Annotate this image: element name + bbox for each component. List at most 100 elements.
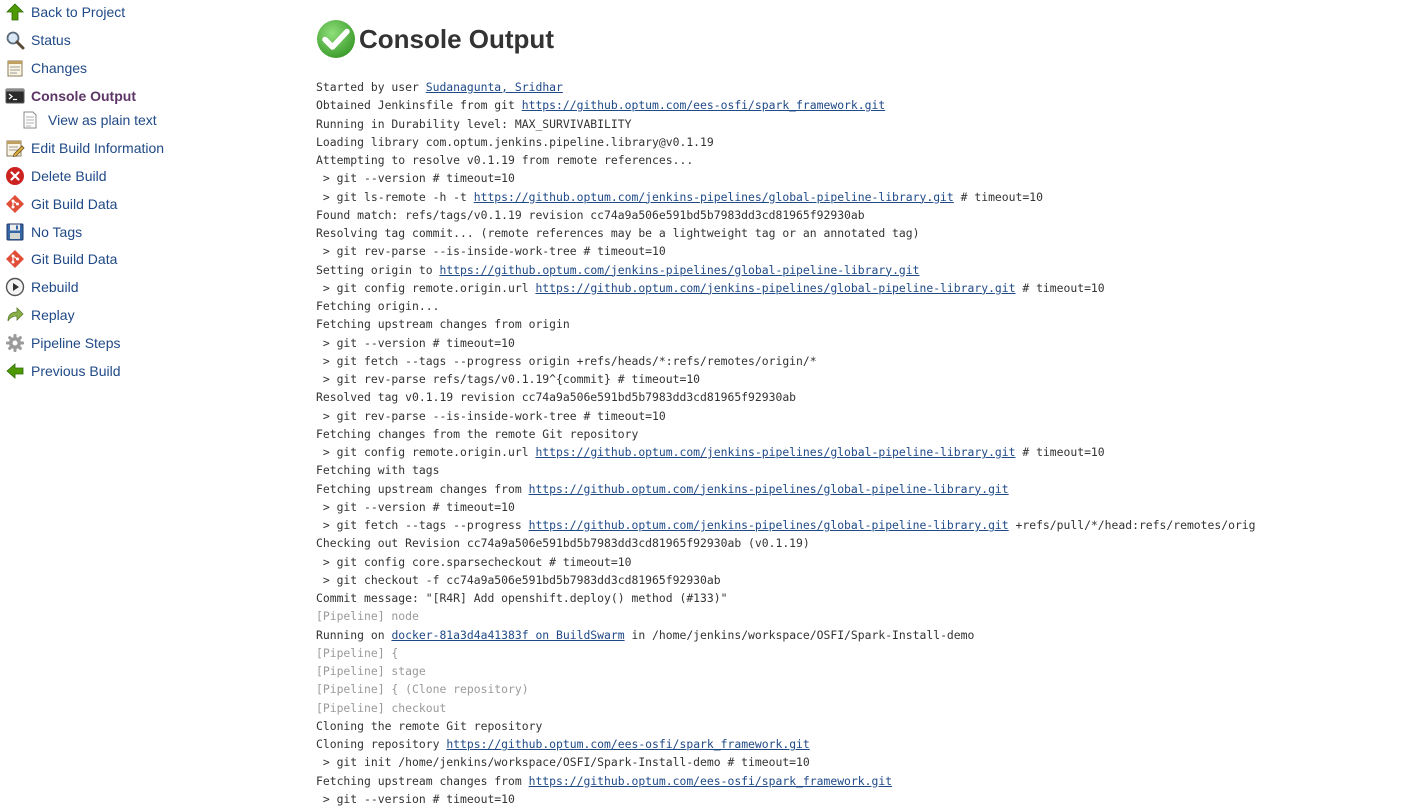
magnifier-icon bbox=[5, 30, 25, 50]
console-line: Fetching upstream changes from origin bbox=[316, 315, 1411, 333]
git-icon bbox=[5, 194, 25, 214]
success-check-icon bbox=[317, 20, 355, 58]
console-link[interactable]: https://github.optum.com/ees-osfi/spark_… bbox=[529, 774, 892, 788]
sidebar-item-back-to-project[interactable]: Back to Project bbox=[5, 0, 125, 24]
console-text: [Pipeline] { (Clone repository) bbox=[316, 682, 529, 697]
console-line: Started by user Sudanagunta, Sridhar bbox=[316, 78, 1411, 96]
console-line: Fetching with tags bbox=[316, 461, 1411, 479]
pipeline-log-line: [Pipeline] node bbox=[316, 607, 1411, 625]
sidebar-item-replay[interactable]: Replay bbox=[5, 303, 75, 327]
sidebar-item-label: View as plain text bbox=[48, 112, 157, 128]
console-link[interactable]: https://github.optum.com/jenkins-pipelin… bbox=[535, 281, 1015, 295]
console-text: Obtained Jenkinsfile from git bbox=[316, 98, 522, 113]
sidebar-item-label: Replay bbox=[31, 307, 75, 323]
sidebar-item-pipeline-steps[interactable]: Pipeline Steps bbox=[5, 331, 121, 355]
console-line: > git ls-remote -h -t https://github.opt… bbox=[316, 188, 1411, 206]
sidebar-item-previous-build[interactable]: Previous Build bbox=[5, 359, 121, 383]
console-line: > git config core.sparsecheckout # timeo… bbox=[316, 553, 1411, 571]
console-line: > git init /home/jenkins/workspace/OSFI/… bbox=[316, 753, 1411, 771]
console-text: > git rev-parse refs/tags/v0.1.19^{commi… bbox=[316, 372, 701, 386]
console-text: > git config core.sparsecheckout # timeo… bbox=[316, 554, 632, 569]
pipeline-log-line: [Pipeline] { (Clone repository) bbox=[316, 680, 1411, 698]
console-line: Found match: refs/tags/v0.1.19 revision … bbox=[316, 206, 1411, 224]
sidebar-item-git-build-data-2[interactable]: Git Build Data bbox=[5, 247, 117, 271]
console-text: Resolving tag commit... (remote referenc… bbox=[316, 226, 920, 240]
sidebar-item-label: Changes bbox=[31, 60, 88, 76]
console-text: > git --version # timeout=10 bbox=[316, 499, 515, 514]
console-line: Resolving tag commit... (remote referenc… bbox=[316, 224, 1411, 242]
console-link[interactable]: https://github.optum.com/ees-osfi/spark_… bbox=[522, 98, 885, 112]
sidebar-item-view-as-plain-text[interactable]: View as plain text bbox=[20, 108, 157, 132]
console-line: Fetching origin... bbox=[316, 297, 1411, 315]
play-circle-icon bbox=[5, 277, 25, 297]
sidebar-item-delete-build[interactable]: Delete Build bbox=[5, 164, 107, 188]
console-text: > git fetch --tags --progress bbox=[316, 518, 529, 532]
console-line: Running in Durability level: MAX_SURVIVA… bbox=[316, 115, 1411, 133]
console-text: Attempting to resolve v0.1.19 from remot… bbox=[316, 153, 694, 167]
console-line: Fetching upstream changes from https://g… bbox=[316, 772, 1411, 790]
console-text: Fetching origin... bbox=[316, 299, 440, 313]
console-line: Fetching upstream changes from https://g… bbox=[316, 480, 1411, 498]
console-text: in /home/jenkins/workspace/OSFI/Spark-In… bbox=[624, 627, 975, 642]
console-text: Cloning repository bbox=[316, 737, 447, 751]
console-text: Setting origin to bbox=[316, 262, 440, 277]
console-text: # timeout=10 bbox=[1015, 280, 1105, 295]
console-line: Resolved tag v0.1.19 revision cc74a9a506… bbox=[316, 388, 1411, 406]
console-text: > git init /home/jenkins/workspace/OSFI/… bbox=[316, 755, 810, 770]
console-text: > git --version # timeout=10 bbox=[316, 791, 515, 806]
sidebar-item-no-tags[interactable]: No Tags bbox=[5, 220, 82, 244]
console-link[interactable]: https://github.optum.com/jenkins-pipelin… bbox=[529, 482, 1009, 496]
console-text: [Pipeline] { bbox=[316, 645, 399, 660]
console-text: Fetching upstream changes from bbox=[316, 481, 529, 496]
floppy-disk-icon bbox=[5, 222, 25, 242]
page-title: Console Output bbox=[359, 23, 554, 54]
pipeline-log-line: [Pipeline] checkout bbox=[316, 699, 1411, 717]
sidebar-item-label: No Tags bbox=[31, 224, 83, 240]
sidebar-item-console-output[interactable]: Console Output bbox=[5, 84, 136, 108]
console-line: Cloning repository https://github.optum.… bbox=[316, 735, 1411, 753]
terminal-icon bbox=[5, 86, 25, 106]
console-text: Fetching upstream changes from origin bbox=[316, 317, 570, 332]
sidebar-item-changes[interactable]: Changes bbox=[5, 56, 87, 80]
console-line: Checking out Revision cc74a9a506e591bd5b… bbox=[316, 534, 1411, 552]
console-line: Attempting to resolve v0.1.19 from remot… bbox=[316, 151, 1411, 169]
sidebar-item-git-build-data[interactable]: Git Build Data bbox=[5, 192, 117, 216]
sidebar-item-label: Back to Project bbox=[31, 4, 126, 20]
sidebar-item-edit-build-information[interactable]: Edit Build Information bbox=[5, 136, 164, 160]
sidebar-item-status[interactable]: Status bbox=[5, 28, 71, 52]
console-link[interactable]: https://github.optum.com/jenkins-pipelin… bbox=[439, 263, 919, 277]
console-text: > git rev-parse --is-inside-work-tree # … bbox=[316, 408, 666, 423]
console-text: > git rev-parse --is-inside-work-tree # … bbox=[316, 244, 666, 259]
console-text: Running on bbox=[316, 627, 392, 642]
sidebar-item-label: Delete Build bbox=[31, 168, 107, 184]
console-text: # timeout=10 bbox=[1015, 445, 1105, 459]
red-x-icon bbox=[5, 166, 25, 186]
sidebar-item-label: Status bbox=[31, 32, 71, 48]
console-text: > git checkout -f cc74a9a506e591bd5b7983… bbox=[316, 572, 721, 587]
sidebar-item-rebuild[interactable]: Rebuild bbox=[5, 275, 78, 299]
page-heading: Console Output bbox=[316, 18, 554, 60]
arrow-left-icon bbox=[5, 361, 25, 381]
pipeline-log-line: [Pipeline] stage bbox=[316, 662, 1411, 680]
console-line: > git config remote.origin.url https://g… bbox=[316, 279, 1411, 297]
console-line: > git fetch --tags --progress https://gi… bbox=[316, 516, 1411, 534]
console-link[interactable]: https://github.optum.com/jenkins-pipelin… bbox=[535, 445, 1015, 459]
console-text: Loading library com.optum.jenkins.pipeli… bbox=[316, 134, 714, 149]
console-link[interactable]: Sudanagunta, Sridhar bbox=[426, 80, 563, 94]
console-link[interactable]: https://github.optum.com/ees-osfi/spark_… bbox=[446, 737, 809, 751]
console-text: +refs/pull/*/head:refs/remotes/orig bbox=[1008, 518, 1256, 532]
console-line: > git fetch --tags --progress origin +re… bbox=[316, 352, 1411, 370]
console-text: > git --version # timeout=10 bbox=[316, 171, 515, 186]
pipeline-log-line: [Pipeline] { bbox=[316, 644, 1411, 662]
console-text: Fetching upstream changes from bbox=[316, 773, 529, 788]
console-text: [Pipeline] checkout bbox=[316, 700, 447, 715]
console-line: Cloning the remote Git repository bbox=[316, 717, 1411, 735]
console-link[interactable]: https://github.optum.com/jenkins-pipelin… bbox=[474, 190, 954, 204]
console-text: Running in Durability level: MAX_SURVIVA… bbox=[316, 116, 632, 131]
console-text: Commit message: "[R4R] Add openshift.dep… bbox=[316, 591, 728, 605]
console-link[interactable]: https://github.optum.com/jenkins-pipelin… bbox=[529, 518, 1009, 532]
console-line: > git rev-parse --is-inside-work-tree # … bbox=[316, 407, 1411, 425]
console-text: Fetching changes from the remote Git rep… bbox=[316, 426, 639, 441]
gear-icon bbox=[5, 333, 25, 353]
console-link[interactable]: docker-81a3d4a41383f on BuildSwarm bbox=[391, 628, 624, 642]
